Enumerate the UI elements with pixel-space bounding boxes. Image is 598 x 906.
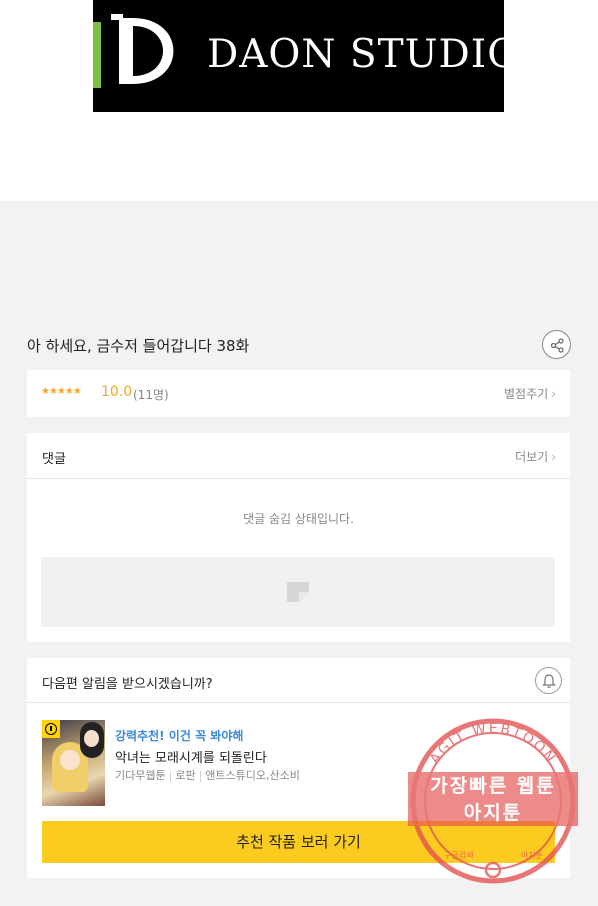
notify-bell-button[interactable] — [535, 667, 562, 694]
meta-separator: | — [168, 769, 173, 782]
view-recommended-button[interactable]: 추천 작품 보러 가기 — [42, 821, 555, 863]
clock-icon — [42, 720, 60, 738]
comments-hidden-message: 댓글 숨김 상태입니다. — [243, 512, 354, 526]
rating-score: 10.0 — [101, 384, 133, 400]
comments-header: 댓글 더보기 › — [27, 433, 570, 479]
episode-title: 아 하세요, 금수저 들어갑니다 38화 — [27, 337, 250, 355]
rating-card: ★★★★★ 10.0 (11명) 별점주기 › — [27, 370, 570, 417]
recommend-title[interactable]: 악녀는 모래시계를 되돌린다 — [115, 747, 267, 766]
comments-title: 댓글 — [42, 452, 66, 467]
ad-placeholder[interactable] — [41, 557, 555, 627]
share-button[interactable] — [542, 330, 571, 359]
episode-title-row: 아 하세요, 금수저 들어갑니다 38화 — [27, 330, 571, 360]
rating-count: (11명) — [133, 388, 169, 402]
daon-logo-icon — [111, 14, 174, 84]
notify-header: 다음편 알림을 받으시겠습니까? — [27, 658, 570, 703]
recommend-meta-item: 기다무웹툰 — [115, 769, 166, 782]
studio-banner[interactable]: DAON STUDIO — [93, 0, 504, 112]
recommend-thumbnail[interactable] — [42, 720, 105, 806]
meta-separator: | — [198, 769, 203, 782]
chevron-right-icon: › — [551, 450, 556, 464]
chevron-right-icon: › — [551, 387, 556, 401]
comments-card: 댓글 더보기 › 댓글 숨김 상태입니다. — [27, 433, 570, 642]
notify-card: 다음편 알림을 받으시겠습니까? 강력추천! 이건 꼭 봐야해 악녀는 모래시계… — [27, 658, 570, 878]
logo-green-bar — [93, 22, 101, 88]
thumbnail-art — [84, 730, 99, 747]
recommend-meta-item: 앤트스튜디오,산소비 — [205, 769, 300, 782]
image-placeholder-icon — [287, 582, 309, 602]
recommend-meta-item: 로판 — [175, 769, 196, 782]
more-label: 더보기 — [515, 450, 549, 464]
rating-stars: ★★★★★ — [41, 386, 82, 397]
studio-brand-name: DAON STUDIO — [207, 32, 504, 77]
rate-button[interactable]: 별점주기 › — [504, 385, 556, 402]
rate-label: 별점주기 — [504, 387, 549, 401]
bell-icon — [542, 674, 556, 688]
recommend-meta: 기다무웹툰 | 로판 | 앤트스튜디오,산소비 — [115, 767, 300, 783]
comments-more-button[interactable]: 더보기 › — [515, 448, 556, 465]
share-icon — [550, 338, 564, 353]
notify-question: 다음편 알림을 받으시겠습니까? — [42, 677, 213, 692]
thumbnail-art — [60, 750, 80, 770]
recommend-tag: 강력추천! 이건 꼭 봐야해 — [115, 729, 244, 743]
